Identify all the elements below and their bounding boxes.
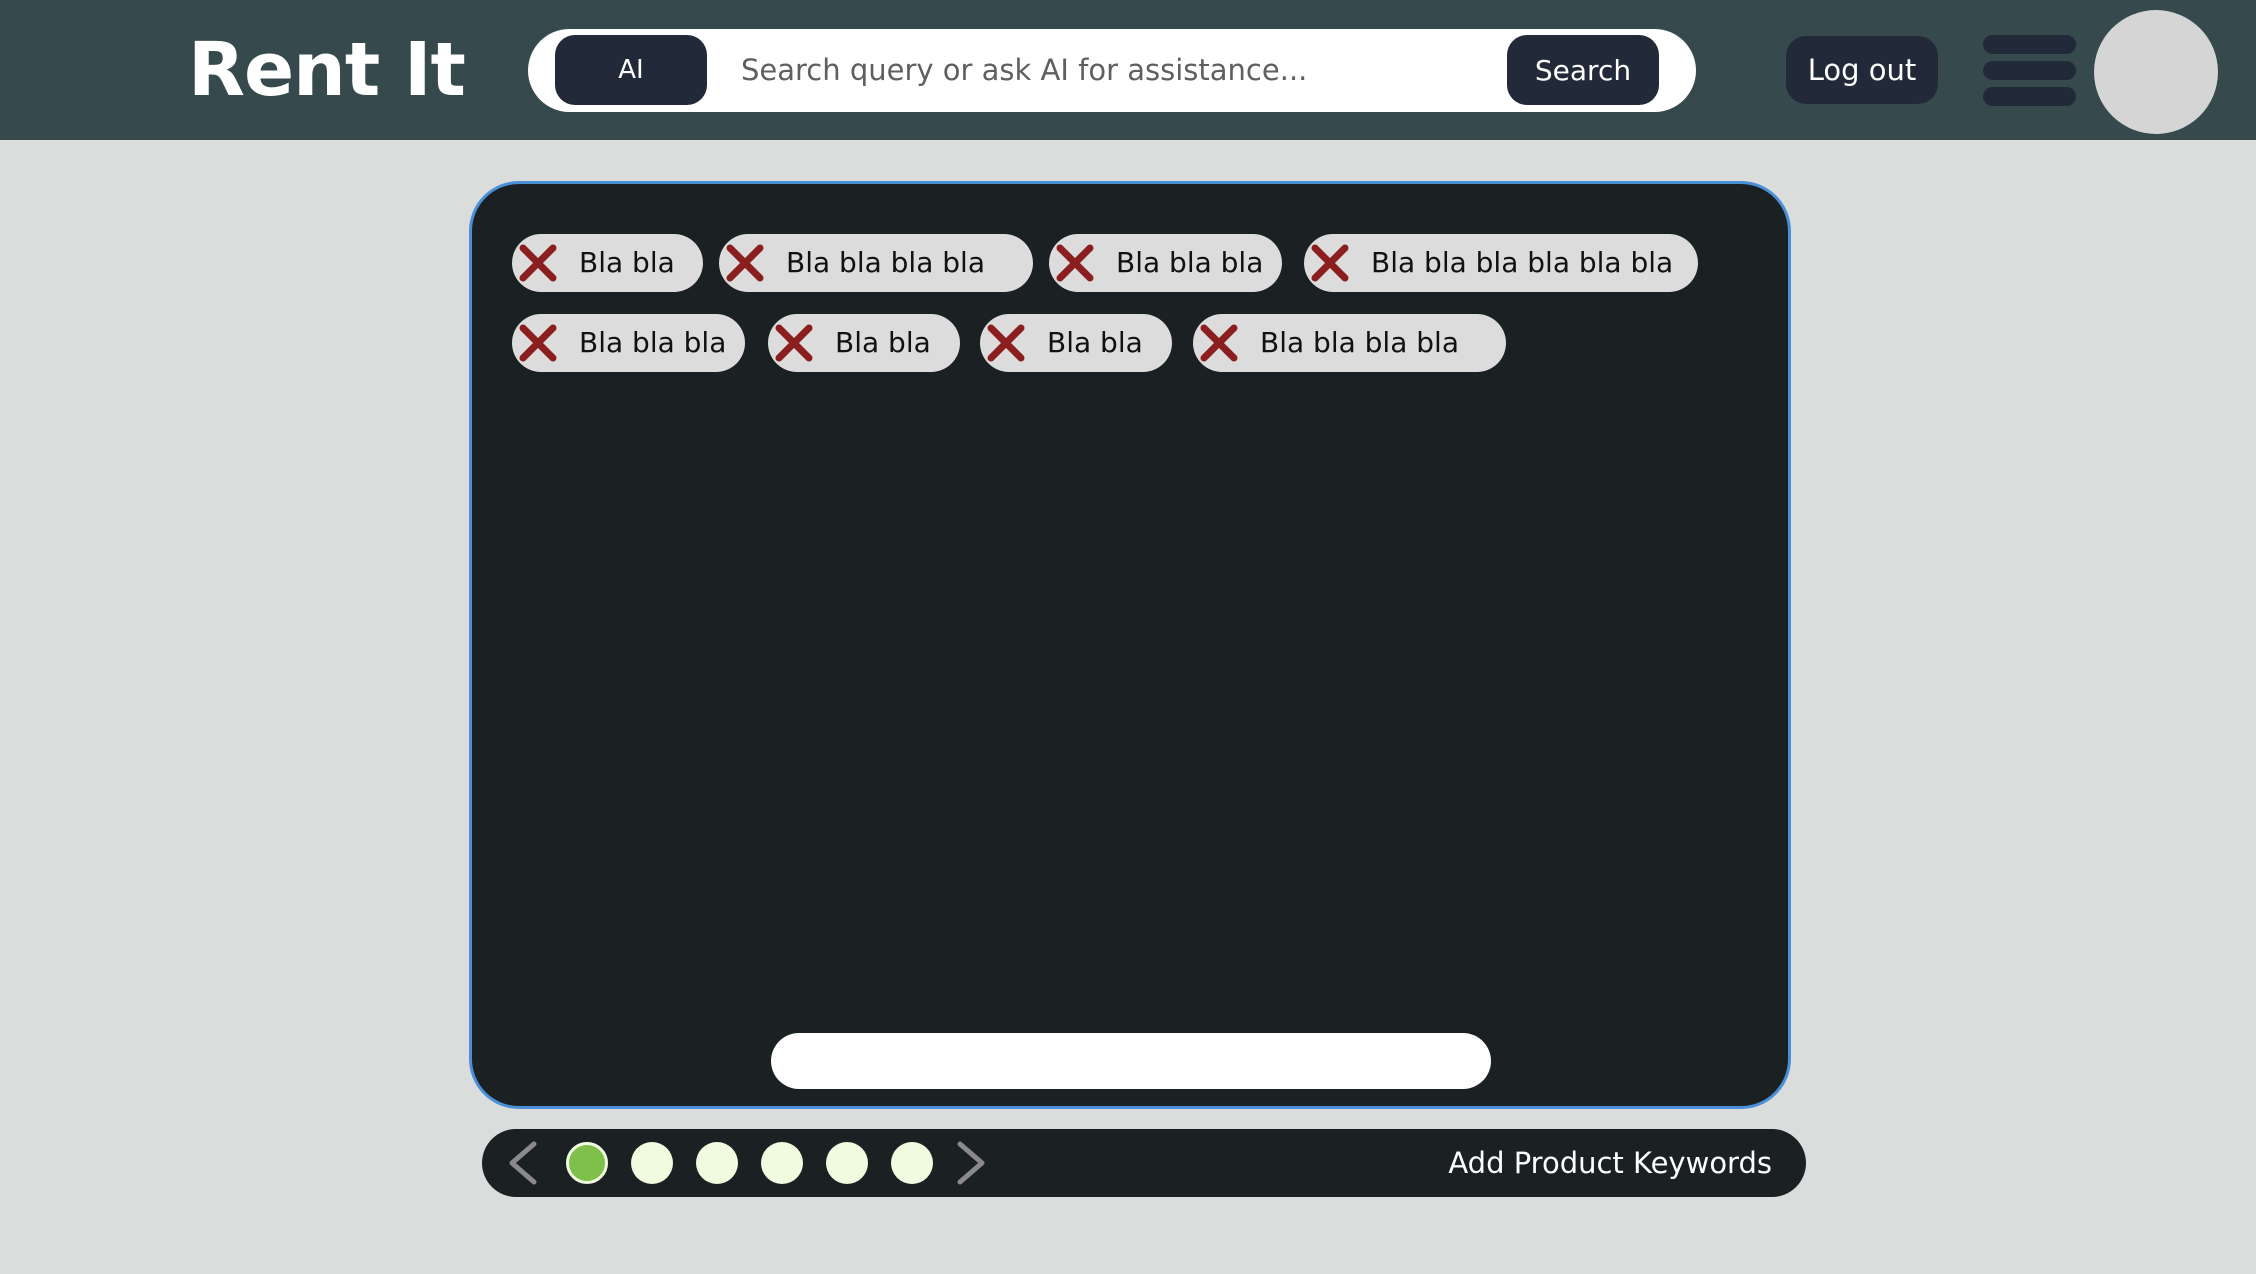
chevron-left-icon[interactable] (502, 1141, 546, 1185)
search-button[interactable]: Search (1507, 35, 1659, 105)
keyword-chip-label: Bla bla bla (579, 326, 727, 359)
page: Rent It AI Search Log out Bla blaBla bla… (0, 0, 2256, 1274)
ai-toggle-button[interactable]: AI (555, 35, 707, 105)
keyword-input[interactable] (771, 1033, 1491, 1089)
search-bar: AI Search (528, 29, 1696, 112)
close-icon[interactable] (1052, 240, 1098, 286)
close-icon[interactable] (1307, 240, 1353, 286)
chevron-right-icon[interactable] (948, 1141, 992, 1185)
close-icon[interactable] (983, 320, 1029, 366)
logout-button[interactable]: Log out (1786, 36, 1938, 104)
keyword-chip-label: Bla bla bla bla (1260, 326, 1459, 359)
keyword-chip: Bla bla (512, 234, 703, 292)
hamburger-menu-icon[interactable] (1983, 33, 2076, 107)
close-icon[interactable] (515, 320, 561, 366)
keyword-chip: Bla bla bla bla bla bla (1304, 234, 1698, 292)
close-icon[interactable] (722, 240, 768, 286)
keyword-chip: Bla bla bla bla (719, 234, 1033, 292)
step-dot[interactable] (566, 1142, 608, 1184)
keyword-chip: Bla bla bla bla (1193, 314, 1506, 372)
step-dot[interactable] (631, 1142, 673, 1184)
step-dot[interactable] (826, 1142, 868, 1184)
step-title: Add Product Keywords (1448, 1146, 1772, 1180)
keywords-panel: Bla bla Bla bla bla bla Bla bla bla Bla bla… (469, 181, 1791, 1109)
step-dot[interactable] (891, 1142, 933, 1184)
keyword-chip-label: Bla bla (579, 246, 675, 279)
avatar[interactable] (2094, 10, 2218, 134)
keyword-chip-label: Bla bla (835, 326, 931, 359)
keyword-chip-label: Bla bla (1047, 326, 1143, 359)
keyword-chip-label: Bla bla bla (1116, 246, 1264, 279)
step-dot[interactable] (761, 1142, 803, 1184)
keyword-chip: Bla bla (768, 314, 960, 372)
close-icon[interactable] (515, 240, 561, 286)
close-icon[interactable] (1196, 320, 1242, 366)
step-dot[interactable] (696, 1142, 738, 1184)
close-icon[interactable] (771, 320, 817, 366)
search-input[interactable] (733, 41, 1529, 99)
keyword-chip: Bla bla bla (512, 314, 745, 372)
app-logo[interactable]: Rent It (188, 28, 466, 112)
header-bar: Rent It AI Search Log out (0, 0, 2256, 140)
step-pager: Add Product Keywords (482, 1129, 1806, 1197)
keyword-chip: Bla bla bla (1049, 234, 1282, 292)
keyword-chip: Bla bla (980, 314, 1172, 372)
keyword-chip-label: Bla bla bla bla (786, 246, 985, 279)
keyword-chip-label: Bla bla bla bla bla bla (1371, 246, 1674, 279)
